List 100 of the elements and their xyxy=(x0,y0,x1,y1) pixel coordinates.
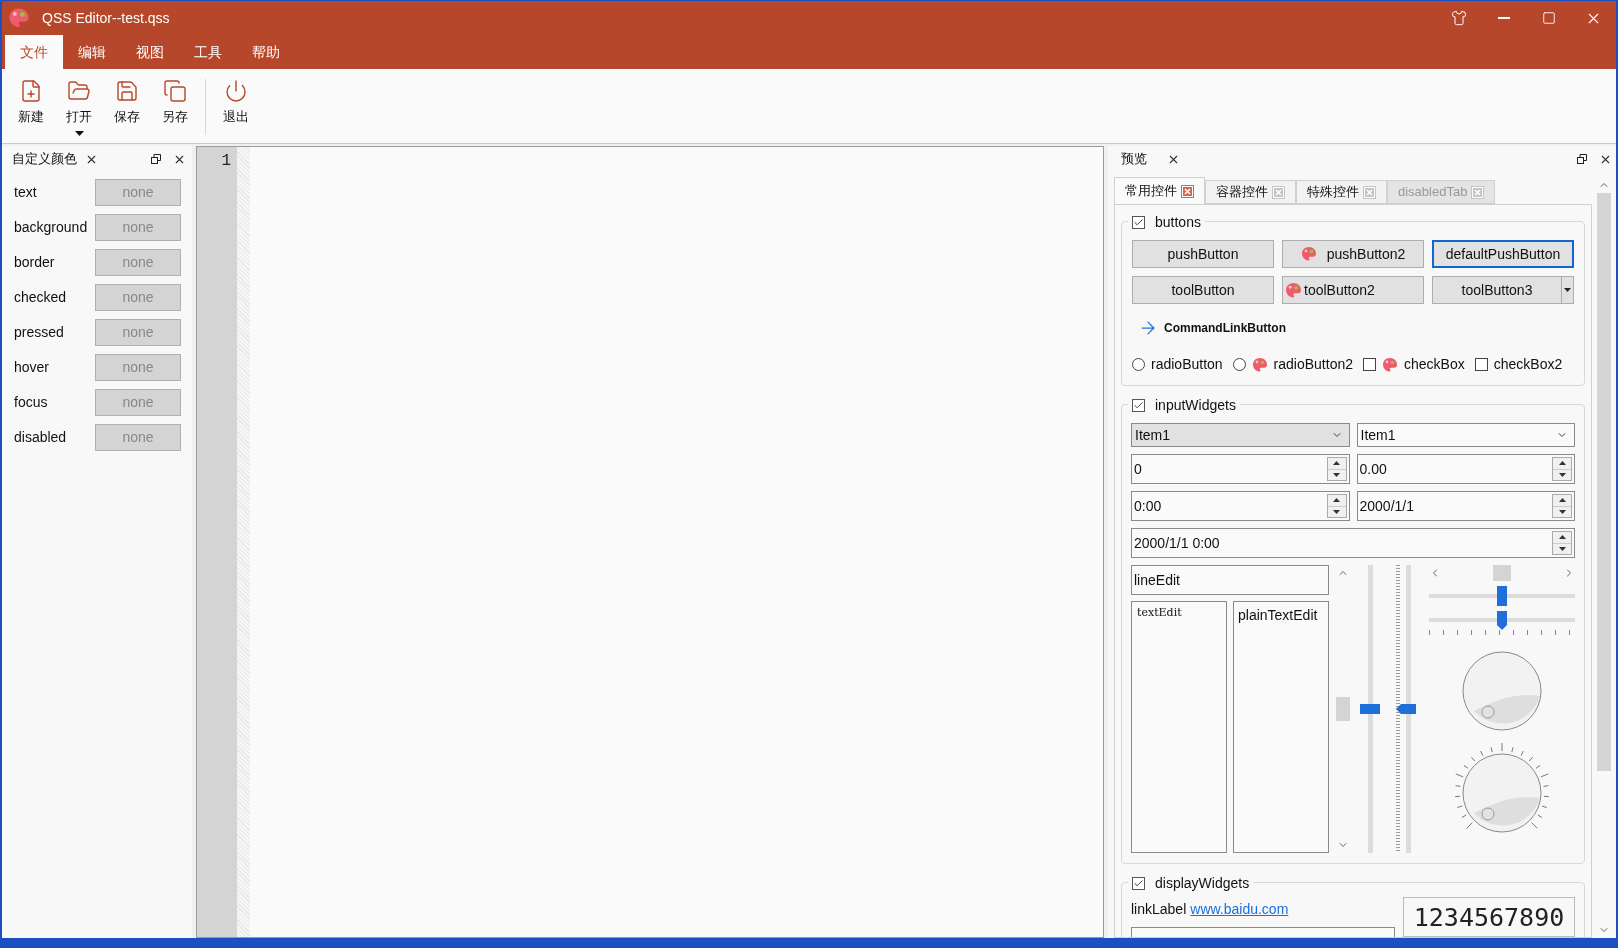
menu-tab[interactable]: 工具 xyxy=(179,35,237,69)
radio-button[interactable] xyxy=(1232,358,1246,371)
group-title: buttons xyxy=(1155,213,1201,232)
group-title: inputWidgets xyxy=(1155,396,1236,415)
lcd-number: 1234567890 xyxy=(1403,897,1575,937)
down-arrow-icon xyxy=(1558,472,1566,477)
tab[interactable]: 容器控件 xyxy=(1205,180,1296,204)
spin-arrows[interactable] xyxy=(1552,531,1572,555)
scrollbar-handle[interactable] xyxy=(1336,697,1350,721)
line-edit[interactable]: lineEdit xyxy=(1131,565,1329,595)
link-label: linkLabel xyxy=(1131,899,1187,919)
color-label: pressed xyxy=(14,323,65,342)
tab-close-icon[interactable] xyxy=(1363,185,1376,199)
slider-handle[interactable] xyxy=(1497,586,1507,606)
checkbox[interactable] xyxy=(1132,216,1145,229)
up-arrow-icon xyxy=(1333,461,1340,466)
spin-arrows[interactable] xyxy=(1326,494,1347,518)
caret-icon xyxy=(1564,288,1571,292)
power-icon xyxy=(224,79,248,103)
color-label: focus xyxy=(14,393,49,412)
spin-box[interactable]: 0 xyxy=(1131,454,1350,484)
combo-box[interactable]: Item1 xyxy=(1356,423,1575,447)
text-edit[interactable]: textEdit xyxy=(1131,601,1227,853)
color-label: background xyxy=(14,218,89,237)
float-icon[interactable] xyxy=(151,154,161,164)
float-icon[interactable] xyxy=(1577,154,1587,164)
check-icon xyxy=(1133,400,1144,411)
vertical-slider[interactable] xyxy=(1357,565,1383,853)
maximize-icon xyxy=(1541,11,1556,25)
line-number: 1 xyxy=(221,151,231,172)
spin-arrows[interactable] xyxy=(1326,457,1347,481)
group-title: displayWidgets xyxy=(1155,874,1250,893)
up-arrow-icon xyxy=(1558,461,1566,466)
menu-tab[interactable]: 文件 xyxy=(5,35,63,69)
slider-handle[interactable] xyxy=(1396,704,1416,714)
scrollbar-handle[interactable] xyxy=(1493,565,1511,581)
caret-icon xyxy=(74,130,84,136)
up-arrow-icon xyxy=(1558,498,1566,503)
checkbox[interactable] xyxy=(1474,358,1488,371)
checkbox[interactable] xyxy=(1132,877,1145,890)
color-label: text xyxy=(14,183,38,202)
down-arrow-icon xyxy=(1333,509,1340,514)
color-label: checked xyxy=(14,288,68,307)
date-field[interactable]: 2000/1/1 xyxy=(1356,491,1575,521)
color-label: border xyxy=(14,253,56,272)
menu-tool-button[interactable]: toolButton3 xyxy=(1432,276,1574,304)
code-editor[interactable]: 1 xyxy=(196,146,1104,938)
time-field[interactable]: 0:00 xyxy=(1131,491,1350,521)
push-button[interactable]: pushButton2 xyxy=(1282,240,1424,268)
minimize-icon xyxy=(1497,17,1510,19)
toolbar-button[interactable]: 新建 xyxy=(7,79,55,127)
horizontal-slider[interactable] xyxy=(1429,585,1575,607)
command-link-button[interactable]: CommandLinkButton xyxy=(1138,318,1286,338)
toolbar-button[interactable]: 打开 xyxy=(55,79,103,136)
tab[interactable]: 常用控件 xyxy=(1114,177,1205,204)
down-arrow-icon xyxy=(1333,472,1340,477)
checkbox[interactable] xyxy=(1363,358,1376,371)
option-label: radioButton2 xyxy=(1273,355,1353,374)
menu-tab[interactable]: 帮助 xyxy=(237,35,295,69)
up-arrow-icon xyxy=(1558,535,1566,540)
spin-arrows[interactable] xyxy=(1552,457,1572,481)
folder-icon xyxy=(67,79,91,103)
down-arrow-icon xyxy=(1558,509,1566,514)
up-arrow-icon xyxy=(1333,498,1340,503)
menu-tab[interactable]: 视图 xyxy=(121,35,179,69)
spin-box[interactable]: 0.00 xyxy=(1356,454,1575,484)
tab-close-icon[interactable] xyxy=(1181,184,1194,198)
panel-title: 自定义颜色 xyxy=(12,150,77,169)
toolbar-button[interactable]: 退出 xyxy=(212,79,260,127)
new-file-icon xyxy=(19,79,43,103)
tool-button[interactable]: toolButton2 xyxy=(1282,276,1424,304)
color-label: hover xyxy=(14,358,51,377)
toolbar-button[interactable]: 保存 xyxy=(103,79,151,127)
checkbox[interactable] xyxy=(1132,399,1145,412)
check-icon xyxy=(1133,878,1144,889)
option-label: checkBox xyxy=(1404,355,1465,374)
tab[interactable]: 特殊控件 xyxy=(1296,180,1387,204)
menu-tab[interactable]: 编辑 xyxy=(63,35,121,69)
window-title: QSS Editor--test.qss xyxy=(42,8,170,28)
push-button[interactable]: pushButton xyxy=(1132,240,1274,268)
radio-button[interactable] xyxy=(1132,358,1145,371)
check-icon xyxy=(1133,217,1144,228)
slider-handle[interactable] xyxy=(1360,704,1380,714)
app-logo xyxy=(8,7,30,29)
slider-handle[interactable] xyxy=(1497,611,1507,630)
datetime-field[interactable]: 2000/1/1 0:00 xyxy=(1131,528,1575,558)
toolbar-button[interactable]: 另存 xyxy=(151,79,199,127)
tab-close-icon[interactable] xyxy=(1272,185,1285,199)
spin-arrows[interactable] xyxy=(1552,494,1572,518)
color-label: disabled xyxy=(14,428,68,447)
link[interactable]: www.baidu.com xyxy=(1190,898,1289,920)
tool-button[interactable]: toolButton xyxy=(1132,276,1274,304)
down-arrow-icon xyxy=(1558,546,1566,551)
panel-title: 预览 xyxy=(1121,150,1147,169)
shirt-icon xyxy=(1450,10,1467,26)
scrollbar-handle[interactable] xyxy=(1597,193,1611,771)
option-label: radioButton xyxy=(1151,355,1223,374)
push-button[interactable]: defaultPushButton xyxy=(1432,240,1574,268)
combo-box[interactable]: Item1 xyxy=(1131,423,1350,447)
plain-text-edit[interactable]: plainTextEdit xyxy=(1233,601,1329,853)
